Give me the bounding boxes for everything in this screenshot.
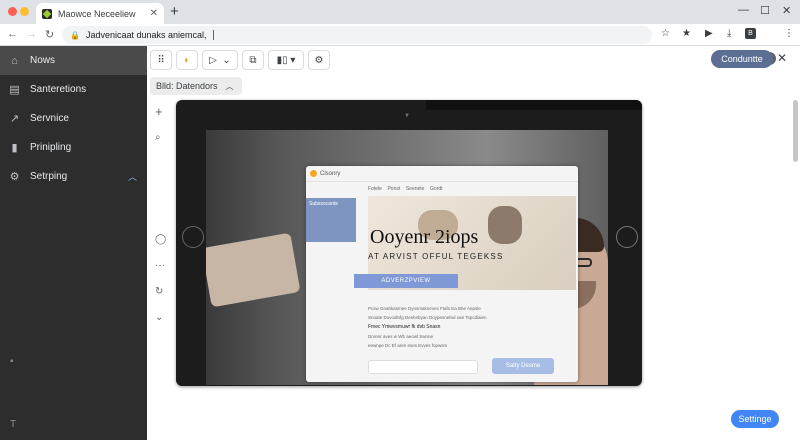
add-icon[interactable]: + [155,104,163,119]
capture-icon: ⧉ [249,54,257,66]
maximize-icon[interactable]: ☐ [760,4,770,17]
inner-browser-window: Clsonry Fotele Ponst Seenete Gordt Subss… [306,166,578,382]
sidebar-item-prinipling[interactable]: ▮ Prinipling [0,133,147,162]
text-line: eewnpe Dc Ef aren eses Evves fopwsm [368,343,448,348]
sidebar-item-santeretions[interactable]: ▤ Santeretions [0,75,147,104]
sidebar-item-label: Servnice [30,113,69,124]
download-icon[interactable]: ⤓ [727,28,731,39]
filter-chip-label: Blld: Datendors [156,81,218,91]
url-field[interactable]: 🔒 Jadvenicaat dunaks aniemcal, [62,26,652,44]
bookmark-star-icon[interactable]: ☆ [661,28,670,39]
inner-input-field[interactable] [368,360,478,374]
collapse-icon[interactable]: ⌄ [155,312,163,323]
sidebar-item-label: Nows [30,55,56,66]
forward-icon[interactable]: → [26,28,37,40]
layout-icon: ▮▯ ▾ [276,54,296,66]
site-info-icon[interactable]: 🔒 [70,31,80,40]
extension-icon[interactable]: ▶ [705,28,713,39]
inner-nav-item[interactable]: Fotele [368,186,382,192]
inner-nav-item[interactable]: Ponst [387,186,400,192]
reload-icon[interactable]: ↻ [45,28,54,41]
screenshot-button[interactable]: ⧉ [242,50,264,70]
sidebar-item-label: Santeretions [30,84,87,95]
browser-tab[interactable]: Maowce Neceeliew ✕ [36,3,164,24]
back-icon[interactable]: ← [7,28,18,40]
close-tab-icon[interactable]: ✕ [150,8,158,19]
close-panel-icon[interactable]: ✕ [777,51,787,65]
scrollbar-thumb[interactable] [793,100,798,162]
text-caret [212,30,214,40]
photo-arm [206,232,301,308]
hero-headline: Ooyenr 2iops [370,226,479,248]
chevron-up-icon: ︿ [225,81,234,91]
calendar-icon: ▤ [9,84,20,96]
device-preview: ▼ Clsonry Fotele Ponst Seenete Gordt Sub… [176,100,642,386]
bar-icon: ▮ [11,142,18,154]
inner-brand: Clsonry [320,170,341,177]
toolbar: ⠿ ◐ ▷ ⌄ ⧉ ▮▯ ▾ ⚙ [150,50,800,72]
sidebar-item-label: Prinipling [30,142,72,153]
inner-nav-item[interactable]: Seenete [406,186,425,192]
close-window-dot[interactable] [8,7,17,16]
gear-icon: ⚙ [9,171,20,183]
minimize-window-dot[interactable] [20,7,29,16]
inner-header: Clsonry [306,166,578,182]
grid-menu-button[interactable]: ⠿ [150,50,172,70]
hero-subheadline: AT ARVIST OFFUL TEGEKSS [368,252,504,261]
sidebar: ⌂ Nows ▤ Santeretions ↗ Servnice ▮ Prini… [0,46,147,440]
url-text: Jadvenicaat dunaks aniemcal, [85,30,207,40]
inner-secondary-button[interactable]: Satty Desme [492,358,554,374]
inner-nav-item[interactable]: Gordt [430,186,443,192]
hero-cta-button[interactable]: ADVERZPVIEW [354,274,458,288]
filter-chip[interactable]: Blld: Datendors ︿ [150,77,242,95]
grid-icon: ⠿ [157,54,165,66]
edit-icon[interactable]: ↻ [155,286,163,297]
device-side-button-left [182,226,204,248]
home-icon: ⌂ [11,54,18,67]
device-bezel-top [426,100,642,110]
preview-photo-background: Clsonry Fotele Ponst Seenete Gordt Subss… [206,130,608,385]
device-side-button-right [616,226,638,248]
tab-title: Maowce Neceeliew [58,8,136,19]
search-icon[interactable]: ⌕ [155,132,161,143]
sidebar-item-news[interactable]: ⌂ Nows [0,46,147,75]
play-icon: ▷ ⌄ [209,54,231,66]
user-icon[interactable]: ◯ [155,234,166,245]
gear-icon: ⚙ [314,54,324,66]
menu-kebab-icon[interactable]: ⋮ [784,28,794,39]
color-picker-button[interactable]: ◐ [176,50,198,70]
lock-icon: ▪ [10,356,14,367]
sidebar-footer-symbol: T [10,419,17,430]
layout-dropdown-button[interactable]: ▮▯ ▾ [268,50,304,70]
text-line: Pcsw Gnahkasmee Dynsmakneves Ftafs Ea Bh… [368,306,481,311]
settings-floating-button[interactable]: Settinge [731,410,779,428]
minimize-icon[interactable]: — [738,4,749,16]
extension-b-icon[interactable]: B [745,28,756,39]
sidebar-item-label: Setrping [30,171,68,182]
chevron-up-icon[interactable]: ︿ [128,170,137,183]
inner-side-card[interactable]: Subssocarde [306,198,356,242]
inner-nav: Fotele Ponst Seenete Gordt [368,186,443,192]
palette-icon: ◐ [183,54,191,66]
inner-text-block: Pcsw Gnahkasmee Dynsmakneves Ftafs Ea Bh… [368,306,568,352]
settings-button[interactable]: ⚙ [308,50,330,70]
chart-icon: ↗ [9,113,20,125]
new-tab-icon[interactable]: + [170,3,179,21]
site-favicon-icon [42,8,52,19]
more-icon[interactable]: ··· [155,260,165,271]
play-dropdown-button[interactable]: ▷ ⌄ [202,50,238,70]
inner-side-card-label: Subssocarde [309,201,339,207]
window-close-icon[interactable]: ✕ [782,4,791,17]
text-line: Dnrenr aves w Wb aeowl Swnne [368,334,434,339]
sidebar-item-servnice[interactable]: ↗ Servnice [0,104,147,133]
text-line: Snoate Dovodlnfg Deshebyan Doypesnefed x… [368,315,487,320]
browser-tab-bar: Maowce Neceeliew ✕ + — ☐ ✕ [0,0,800,24]
sidebar-item-setrping[interactable]: ⚙ Setrping ︿ [0,162,147,191]
camera-indicator-icon: ▼ [404,113,410,119]
text-line: Fmec Ymwvsmuwr fk dvb Snasn [368,324,441,330]
address-bar-row: ← → ↻ 🔒 Jadvenicaat dunaks aniemcal, ☆ ★… [0,24,800,65]
star-filled-icon[interactable]: ★ [682,28,691,39]
inner-logo-icon [310,170,317,177]
primary-pill-button[interactable]: Conduntte [711,50,773,68]
